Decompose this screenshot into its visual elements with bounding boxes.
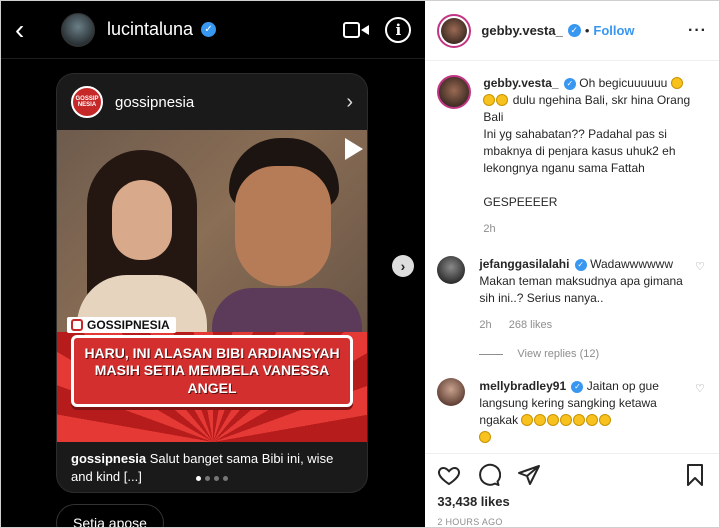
comment-time: 2h — [483, 223, 496, 235]
view-replies-label[interactable]: View replies (12) — [517, 348, 599, 360]
avatar[interactable] — [437, 13, 472, 48]
post-actions: 33,438 likes 2 HOURS AGO — [425, 453, 719, 527]
play-icon[interactable] — [345, 138, 363, 160]
info-icon[interactable]: i — [385, 16, 412, 43]
unamused-emoji-icon — [483, 94, 496, 106]
laughing-emoji-icon — [547, 414, 560, 426]
post-comments-pane: gebby.vesta_ ✓ • Follow ··· gebby.vesta_… — [425, 1, 719, 527]
woman-photo — [77, 150, 207, 355]
caption-meta: 2h — [483, 221, 707, 238]
verified-badge-icon: ✓ — [563, 77, 576, 90]
caption-body: gebby.vesta_ ✓ Oh begicuuuuuu dulu ngehi… — [483, 75, 707, 238]
comment-item: mellybradley91 ✓ Jaitan op gue langsung … — [437, 378, 707, 446]
laughing-emoji-icon — [599, 414, 612, 426]
replies-divider — [479, 353, 504, 355]
caption-username[interactable]: gossipnesia — [71, 451, 146, 466]
verified-badge-icon: ✓ — [567, 24, 581, 37]
instagram-icon — [71, 319, 83, 331]
avatar[interactable] — [437, 378, 466, 406]
carousel-dot — [223, 476, 228, 481]
avatar[interactable] — [437, 256, 466, 284]
post-timestamp: 2 HOURS AGO — [437, 517, 503, 527]
dm-username[interactable]: lucintaluna — [107, 19, 193, 40]
avatar[interactable] — [437, 75, 472, 109]
comment-body: jefanggasilalahi ✓ Wadawwwwww Makan tema… — [479, 256, 707, 334]
comment-likes[interactable]: 268 likes — [509, 319, 552, 331]
overlay-tag: GOSSIPNESIA — [67, 317, 176, 333]
shared-post-media[interactable]: GOSSIPNESIA HARU, INI ALASAN BIBI ARDIAN… — [57, 130, 367, 442]
bookmark-icon[interactable] — [683, 463, 707, 487]
post-header: gebby.vesta_ ✓ • Follow ··· — [425, 1, 719, 61]
action-icons — [437, 462, 707, 488]
comment-item: jefanggasilalahi ✓ Wadawwwwww Makan tema… — [437, 256, 707, 334]
carousel-dot — [214, 476, 219, 481]
dm-header: ‹ lucintaluna ✓ i — [1, 1, 426, 59]
direct-message-pane: ‹ lucintaluna ✓ i GOSSIP NESIA gossipnes… — [1, 1, 426, 527]
comment-username[interactable]: jefanggasilalahi — [479, 257, 569, 271]
verified-badge-icon: ✓ — [201, 22, 217, 37]
separator: • — [584, 23, 590, 38]
comment-username[interactable]: mellybradley91 — [479, 379, 566, 393]
comment-icon[interactable] — [477, 463, 502, 487]
caption-line-1: Oh begicuuuuuu — [575, 76, 668, 90]
unamused-emoji-icon — [670, 77, 683, 89]
comment-time: 2h — [479, 319, 492, 331]
laughing-emoji-icon — [573, 414, 586, 426]
carousel-dots — [57, 468, 367, 486]
headline-banner: HARU, INI ALASAN BIBI ARDIANSYAH MASIH S… — [71, 335, 353, 407]
view-replies-button[interactable]: View replies (12) — [479, 348, 707, 360]
caption-line-3: Ini yg sahabatan?? Padahal pas si mbakny… — [483, 127, 676, 175]
headline-text: HARU, INI ALASAN BIBI ARDIANSYAH MASIH S… — [84, 344, 340, 396]
laughing-emoji-icon — [560, 414, 573, 426]
gossipnesia-logo: GOSSIP NESIA — [71, 86, 103, 118]
message-bubble[interactable]: Setia apose — [56, 504, 164, 527]
shared-post-header: GOSSIP NESIA gossipnesia › — [57, 74, 367, 130]
man-photo — [207, 138, 367, 358]
caption-comment: gebby.vesta_ ✓ Oh begicuuuuuu dulu ngehi… — [437, 75, 707, 238]
back-arrow-icon[interactable]: ‹ — [15, 15, 39, 44]
heart-icon[interactable] — [437, 463, 461, 487]
overlay-tag-text: GOSSIPNESIA — [87, 318, 170, 332]
video-call-icon[interactable] — [343, 20, 370, 40]
comments-list: gebby.vesta_ ✓ Oh begicuuuuuu dulu ngehi… — [425, 61, 719, 446]
more-options-icon[interactable]: ··· — [688, 22, 707, 40]
comment-like-icon[interactable]: ♡ — [695, 384, 705, 395]
shared-post-account[interactable]: gossipnesia — [115, 94, 194, 111]
comment-username[interactable]: gebby.vesta_ — [483, 76, 558, 90]
likes-count[interactable]: 33,438 likes — [437, 494, 707, 509]
avatar[interactable] — [61, 12, 95, 47]
unamused-emoji-icon — [496, 94, 509, 106]
follow-button[interactable]: Follow — [593, 23, 634, 38]
share-icon[interactable] — [517, 463, 541, 487]
carousel-dot — [205, 476, 210, 481]
carousel-next-button[interactable]: › — [392, 255, 414, 277]
carousel-dot-active — [196, 476, 201, 481]
comment-like-icon[interactable]: ♡ — [695, 262, 705, 273]
screen: ‹ lucintaluna ✓ i GOSSIP NESIA gossipnes… — [0, 0, 720, 528]
chevron-right-icon[interactable]: › — [346, 91, 353, 114]
caption-line-4: GESPEEEER — [483, 195, 558, 209]
laughing-emoji-icon — [479, 431, 492, 443]
post-username[interactable]: gebby.vesta_ — [481, 23, 562, 38]
laughing-emoji-icon — [521, 414, 534, 426]
shared-post-card[interactable]: GOSSIP NESIA gossipnesia › GOSSIPNESIA H… — [56, 73, 368, 493]
verified-badge-icon: ✓ — [571, 380, 584, 393]
comment-body: mellybradley91 ✓ Jaitan op gue langsung … — [479, 378, 707, 446]
laughing-emoji-icon — [586, 414, 599, 426]
verified-badge-icon: ✓ — [574, 258, 587, 271]
laughing-emoji-icon — [534, 414, 547, 426]
caption-line-2: dulu ngehina Bali, skr hina Orang Bali — [483, 93, 691, 124]
comment-meta: 2h 268 likes — [479, 317, 689, 334]
